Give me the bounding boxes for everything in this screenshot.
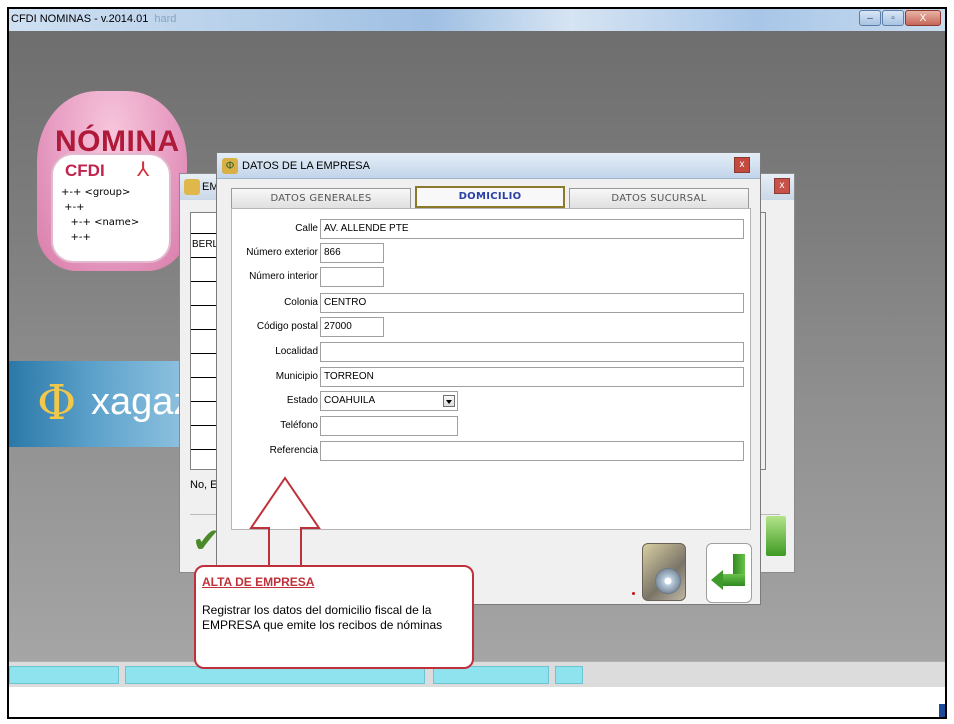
field-row-num-int: Número interior	[232, 267, 752, 287]
close-window-button[interactable]: X	[905, 10, 941, 26]
field-row-estado: Estado COAHUILA	[232, 391, 752, 411]
telefono-label: Teléfono	[280, 420, 318, 431]
referencia-input[interactable]	[320, 441, 744, 461]
app-window: CFDI NOMINAS - v.2014.01 hard – ▫ X NÓMIN…	[7, 7, 947, 719]
localidad-label: Localidad	[275, 346, 318, 357]
logo-card: CFDI ⅄ +-+ <group> +-+ +-+ <name> +-+	[51, 153, 171, 263]
codigo-postal-label: Código postal	[256, 321, 318, 332]
phi-icon: Φ	[37, 375, 77, 431]
grid-cell-left[interactable]: BERL	[192, 239, 218, 250]
nomina-logo: NÓMINA CFDI ⅄ +-+ <group> +-+ +-+ <name>…	[37, 91, 187, 271]
dialog-titlebar[interactable]: Φ DATOS DE LA EMPRESA x	[217, 153, 760, 179]
dialog-close-button[interactable]: x	[734, 157, 750, 173]
status-bar	[9, 661, 945, 687]
pdf-icon: ⅄	[137, 159, 150, 181]
field-row-num-ext: Número exterior 866	[232, 243, 752, 263]
blue-corner	[939, 704, 945, 717]
employees-close-button[interactable]: x	[774, 178, 790, 194]
estado-label: Estado	[286, 395, 318, 406]
app-icon: Φ	[222, 158, 238, 174]
field-row-colonia: Colonia CENTRO	[232, 293, 752, 313]
dialog-tabs: DATOS GENERALES DOMICILIO DATOS SUCURSAL	[227, 186, 750, 208]
numero-interior-label: Número interior	[249, 271, 318, 282]
field-row-calle: Calle AV. ALLENDE PTE	[232, 219, 752, 239]
municipio-input[interactable]: TORREON	[320, 367, 744, 387]
tab-domicilio[interactable]: DOMICILIO	[415, 186, 565, 208]
return-arrow-icon	[711, 570, 723, 590]
colonia-input[interactable]: CENTRO	[320, 293, 744, 313]
minimize-button[interactable]: –	[859, 10, 881, 26]
localidad-input[interactable]	[320, 342, 744, 362]
save-disc-button[interactable]	[642, 543, 686, 601]
logo-tree-text: +-+ <group> +-+ +-+ <name> +-+	[61, 187, 140, 243]
calle-label: Calle	[295, 223, 318, 234]
field-row-cp: Código postal 27000	[232, 317, 752, 337]
field-row-municipio: Municipio TORREON	[232, 367, 752, 387]
xagaz-text: xagaz	[91, 381, 193, 423]
numero-exterior-label: Número exterior	[246, 247, 318, 258]
telefono-input[interactable]	[320, 416, 458, 436]
return-button[interactable]	[706, 543, 752, 603]
dropdown-arrow-icon[interactable]	[443, 395, 455, 407]
title-bar[interactable]: CFDI NOMINAS - v.2014.01 hard – ▫ X	[9, 9, 945, 31]
annotation-callout: ALTA DE EMPRESA Registrar los datos del …	[194, 565, 474, 669]
window-controls: – ▫ X	[859, 10, 941, 26]
calle-input[interactable]: AV. ALLENDE PTE	[320, 219, 744, 239]
field-row-referencia: Referencia	[232, 441, 752, 461]
dialog-title: DATOS DE LA EMPRESA	[242, 160, 370, 172]
green-arrow-icon[interactable]	[766, 516, 786, 556]
mdi-workspace: NÓMINA CFDI ⅄ +-+ <group> +-+ +-+ <name>…	[9, 31, 945, 661]
logo-cfdi-text: CFDI	[65, 161, 105, 180]
codigo-postal-input[interactable]: 27000	[320, 317, 384, 337]
red-dot	[632, 592, 635, 595]
municipio-label: Municipio	[275, 371, 318, 382]
callout-title: ALTA DE EMPRESA	[202, 575, 315, 589]
field-row-telefono: Teléfono	[232, 416, 752, 436]
cd-icon	[655, 568, 681, 594]
tab-datos-sucursal[interactable]: DATOS SUCURSAL	[569, 188, 749, 208]
colonia-label: Colonia	[284, 297, 318, 308]
referencia-label: Referencia	[269, 445, 318, 456]
maximize-button[interactable]: ▫	[882, 10, 904, 26]
xagaz-logo: Φ xagaz	[9, 361, 192, 447]
window-title: CFDI NOMINAS - v.2014.01 hard	[11, 13, 177, 25]
callout-body: Registrar los datos del domicilio fiscal…	[202, 603, 443, 632]
numero-interior-input[interactable]	[320, 267, 384, 287]
numero-exterior-input[interactable]: 866	[320, 243, 384, 263]
bottom-area	[9, 687, 945, 717]
tab-datos-generales[interactable]: DATOS GENERALES	[231, 188, 411, 208]
field-row-localidad: Localidad	[232, 342, 752, 362]
estado-selected-value: COAHUILA	[324, 395, 376, 406]
estado-select[interactable]: COAHUILA	[320, 391, 458, 411]
app-icon	[184, 179, 200, 195]
return-arrow-base	[721, 574, 745, 586]
status-segment	[555, 666, 583, 684]
status-segment	[9, 666, 119, 684]
